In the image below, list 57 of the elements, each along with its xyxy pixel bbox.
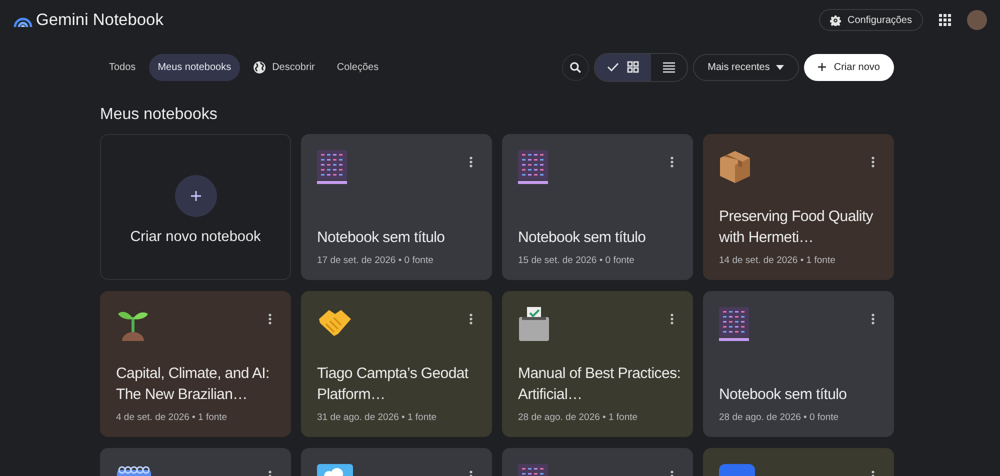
create-button[interactable]: Criar novo [804, 54, 894, 80]
notebook-meta: 14 de set. de 2026 • 1 fonte [719, 255, 836, 266]
notebook-meta: 28 de ago. de 2026 • 0 fonte [719, 412, 840, 423]
notebook-icon [719, 307, 749, 341]
more-options-icon[interactable] [469, 313, 473, 325]
notebook-title: Manual of Best Practices: Artificial… [518, 364, 682, 405]
check-icon [606, 62, 619, 72]
notebook-card[interactable]: Notebook sem título 17 de set. de 2026 • 0 fonte [301, 134, 492, 280]
settings-icon [830, 14, 841, 26]
more-options-icon[interactable] [670, 313, 674, 325]
tab[interactable]: Coleções [328, 54, 388, 80]
tab[interactable]: Meus notebooks [148, 54, 240, 80]
notebook-card[interactable]: Preserving Food Quality with Hermeti… 14 de set. de 2026 • 1 fonte [703, 134, 894, 280]
notebook-title: Notebook sem título [317, 228, 446, 248]
sort-dropdown[interactable]: Mais recentes [692, 54, 799, 80]
notebook-meta: 4 de set. de 2026 • 1 fonte [116, 412, 228, 423]
create-notebook-card[interactable]: Criar novo notebook [100, 134, 291, 280]
more-options-icon[interactable] [670, 156, 674, 168]
globe-icon [253, 60, 266, 74]
ballot-box-icon [518, 307, 550, 341]
grid-icon [626, 61, 639, 73]
notebook-card[interactable]: Tiago Campta’s Geodat Platform… 31 de ago. de 2026 • 1 fonte [301, 291, 492, 437]
notebook-title: Notebook sem título [719, 385, 848, 405]
notebook-meta: 17 de set. de 2026 • 0 fonte [317, 255, 434, 266]
more-options-icon[interactable] [871, 156, 875, 168]
notebook-icon [518, 150, 548, 184]
section-heading: Meus notebooks [99, 105, 218, 125]
plus-icon [818, 63, 826, 71]
apps-grid-icon[interactable] [939, 14, 951, 26]
notebook-title: Capital, Climate, and AI: The New Brazilian… [116, 364, 270, 405]
notebook-card[interactable]: Notebook sem título 28 de ago. de 2026 • 0 fonte [703, 291, 894, 437]
tab[interactable]: Todos [100, 54, 145, 80]
notebook-title: Tiago Campta’s Geodat Platform… [317, 364, 470, 405]
caret-icon [776, 64, 784, 70]
app-title: Gemini Notebook [36, 10, 164, 30]
search-icon [568, 60, 582, 74]
list-icon [662, 62, 675, 72]
search-button[interactable] [562, 54, 589, 80]
tab[interactable]: Descobrir [244, 54, 324, 80]
notebook-card[interactable]: Notebook sem título 15 de set. de 2026 • 0 fonte [502, 134, 693, 280]
notebook-meta: 28 de ago. de 2026 • 1 fonte [518, 412, 639, 423]
notebook-card[interactable]: Manual of Best Practices: Artificial… 28 de ago. de 2026 • 1 fonte [502, 291, 693, 437]
grid-view-button[interactable] [594, 54, 651, 80]
more-options-icon[interactable] [469, 156, 473, 168]
box-icon [719, 150, 751, 184]
notebook-meta: 15 de set. de 2026 • 0 fonte [518, 255, 636, 266]
create-notebook-label: Criar novo notebook [130, 228, 261, 244]
notebook-meta: 31 de ago. de 2026 • 1 fonte [317, 412, 438, 423]
more-options-icon[interactable] [268, 313, 272, 325]
plus-icon [174, 174, 216, 216]
handshake-icon [317, 307, 353, 337]
notebook-card[interactable]: Capital, Climate, and AI: The New Brazilian… 4 de set. de 2026 • 1 fonte [100, 291, 291, 437]
settings-button[interactable]: Configurações [818, 9, 923, 31]
notebook-icon [317, 150, 347, 184]
notebook-title: Preserving Food Quality with Hermeti… [719, 207, 874, 248]
notebook-title: Notebook sem título [518, 228, 647, 248]
more-options-icon[interactable] [871, 313, 875, 325]
